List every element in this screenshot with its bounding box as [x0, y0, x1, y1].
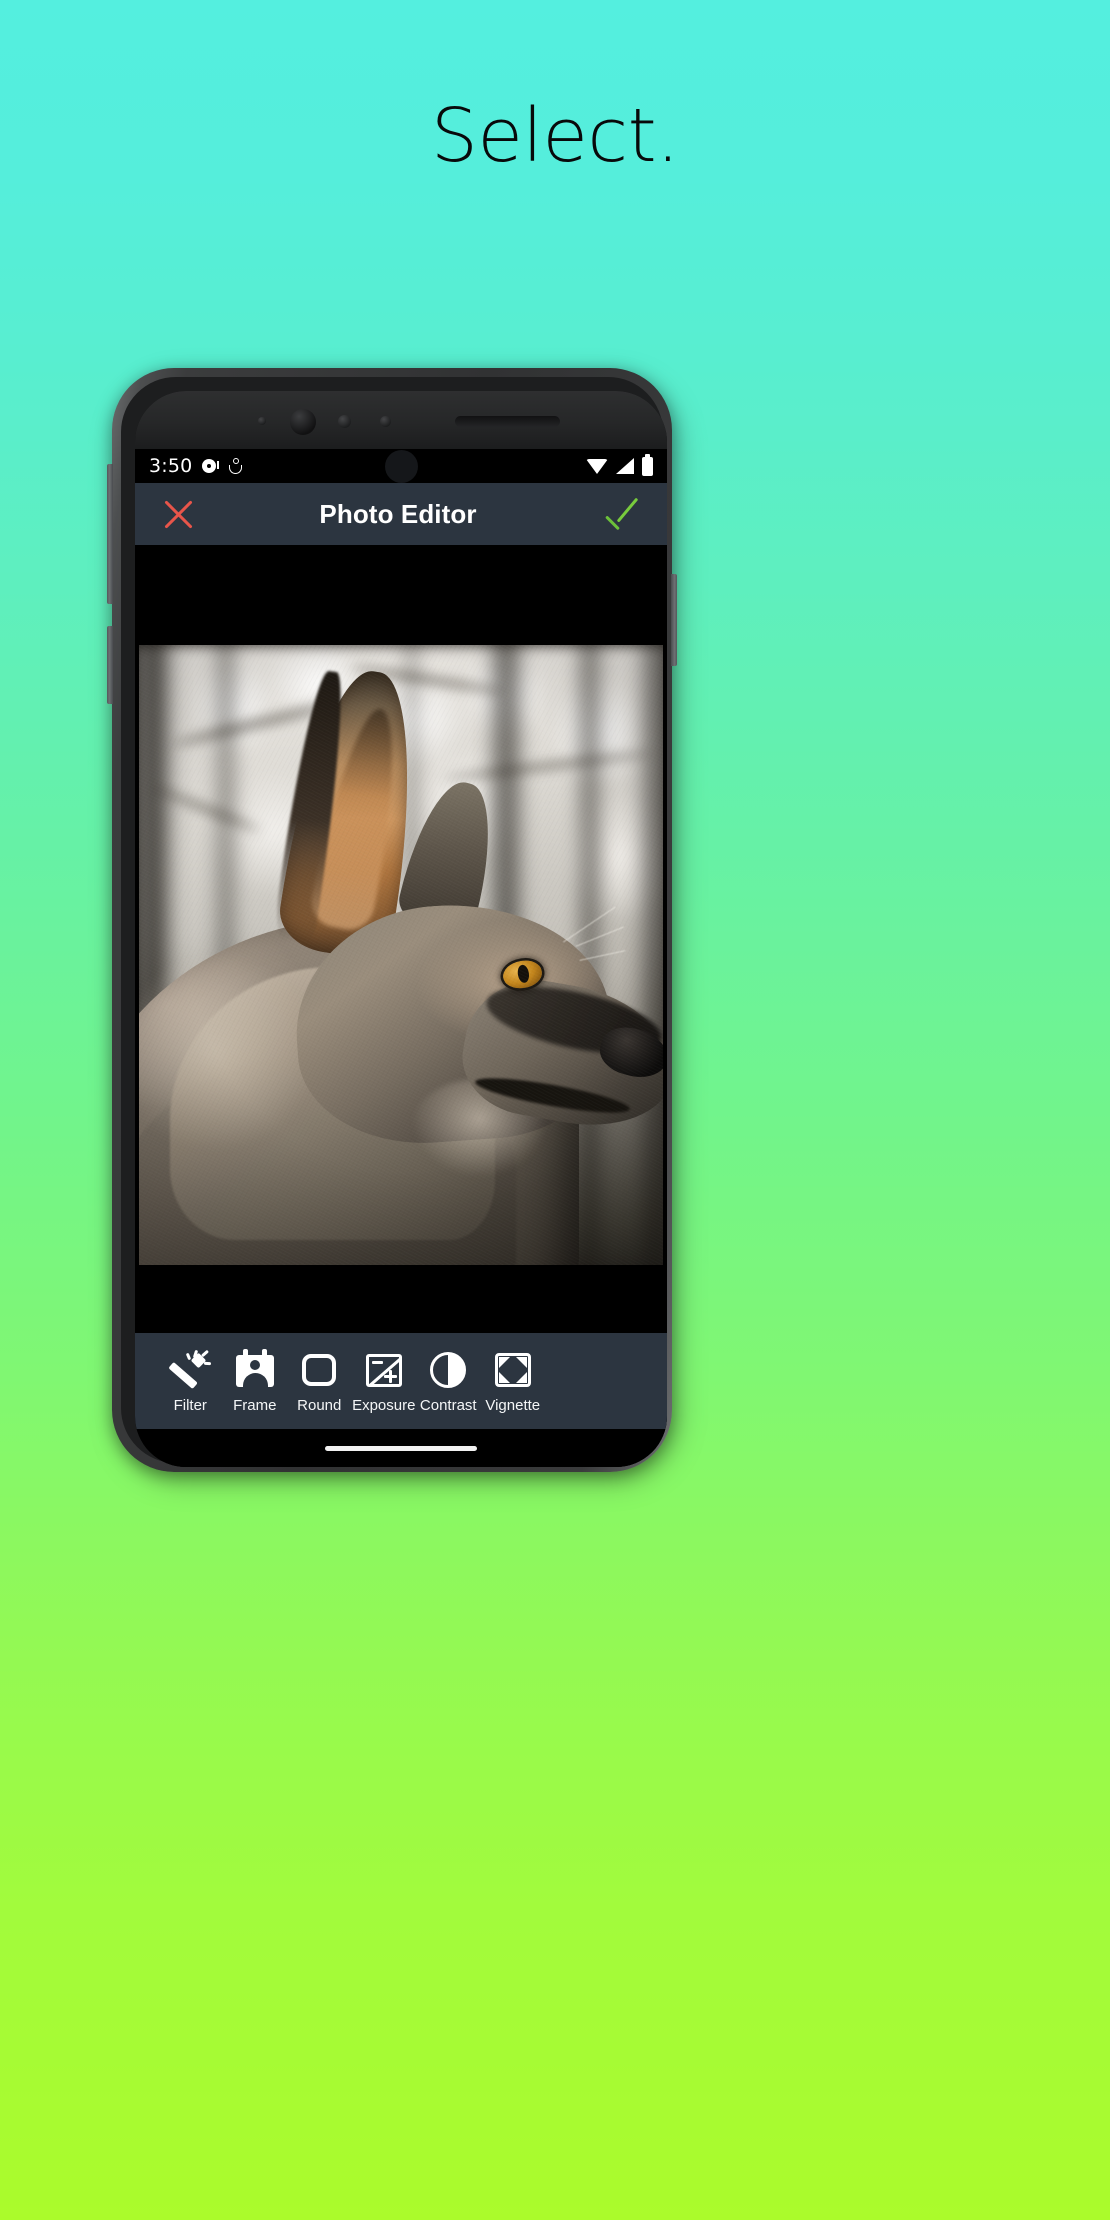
- exposure-icon: [363, 1349, 405, 1391]
- app-bar-title: Photo Editor: [319, 498, 477, 529]
- battery-icon: [642, 453, 653, 476]
- power-button[interactable]: [107, 626, 113, 704]
- earpiece-speaker-icon: [455, 416, 560, 427]
- rounded-square-icon: [298, 1349, 340, 1391]
- phone-body: 3:50 Photo Editor Filter Frame Round Exp…: [135, 391, 667, 1467]
- tool-contrast-label: Contrast: [419, 1396, 477, 1414]
- system-navigation-bar: [135, 1429, 667, 1467]
- cellular-signal-icon: [616, 458, 634, 474]
- phone-screen: 3:50 Photo Editor Filter Frame Round Exp…: [135, 449, 667, 1467]
- punch-hole-camera-icon: [385, 450, 418, 483]
- phone-bezel: 3:50 Photo Editor Filter Frame Round Exp…: [121, 377, 667, 1467]
- tool-contrast[interactable]: Contrast: [416, 1333, 481, 1429]
- status-bar-clock: 3:50: [149, 455, 193, 477]
- photo-preview[interactable]: [139, 645, 663, 1265]
- tool-frame[interactable]: Frame: [223, 1333, 288, 1429]
- status-bar-right: [586, 453, 653, 476]
- tool-round-label: Round: [297, 1396, 342, 1414]
- editor-toolbar[interactable]: Filter Frame Round Exposure Contrast Vig…: [135, 1333, 667, 1429]
- contrast-half-circle-icon: [427, 1349, 469, 1391]
- phone-mockup: 3:50 Photo Editor Filter Frame Round Exp…: [107, 368, 678, 1482]
- home-gesture-pill[interactable]: [325, 1445, 477, 1451]
- editor-canvas[interactable]: [135, 545, 667, 1371]
- ir-sensor-icon: [380, 416, 391, 427]
- wolf-whisker: [563, 906, 617, 943]
- ambient-sensor-icon: [258, 417, 266, 425]
- volume-button[interactable]: [107, 464, 113, 604]
- photo-frame-portrait-icon: [234, 1348, 276, 1391]
- app-bar: Photo Editor: [135, 483, 667, 545]
- person-walking-icon: [228, 457, 243, 475]
- vignette-corners-icon: [492, 1349, 534, 1391]
- tool-filter[interactable]: Filter: [158, 1333, 223, 1429]
- magic-wand-icon: [168, 1349, 212, 1391]
- side-key-button[interactable]: [671, 574, 677, 666]
- wifi-icon: [586, 458, 608, 474]
- checkmark-icon[interactable]: [601, 492, 645, 536]
- tool-round[interactable]: Round: [287, 1333, 352, 1429]
- front-camera-icon: [290, 409, 316, 435]
- page-title: Select.: [430, 93, 680, 179]
- tool-frame-label: Frame: [233, 1396, 277, 1414]
- music-disc-icon: [201, 457, 220, 475]
- tool-exposure[interactable]: Exposure: [352, 1333, 417, 1429]
- close-x-icon[interactable]: [157, 493, 199, 535]
- tool-vignette[interactable]: Vignette: [481, 1333, 546, 1429]
- tool-filter-label: Filter: [173, 1396, 207, 1414]
- status-bar-left: 3:50: [149, 455, 243, 477]
- tool-exposure-label: Exposure: [352, 1396, 416, 1414]
- tool-vignette-label: Vignette: [485, 1396, 541, 1414]
- phone-top-bezel: [135, 391, 667, 449]
- proximity-sensor-icon: [338, 415, 351, 428]
- phone-outer-frame: 3:50 Photo Editor Filter Frame Round Exp…: [107, 368, 677, 1472]
- wolf-whisker: [575, 926, 625, 948]
- wolf-subject: [139, 645, 663, 1265]
